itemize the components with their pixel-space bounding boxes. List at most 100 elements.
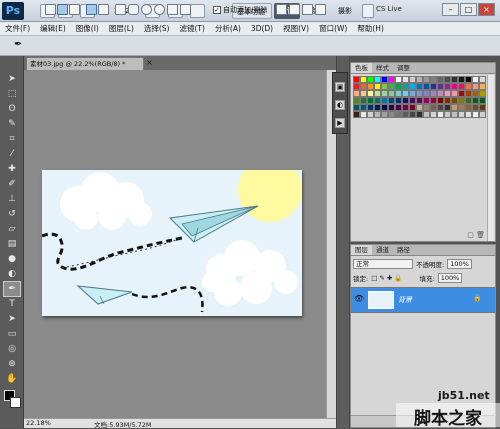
color-swatch[interactable]: [465, 104, 472, 111]
color-swatch[interactable]: [367, 76, 374, 83]
color-swatch[interactable]: [388, 83, 395, 90]
status-zoom[interactable]: 22.18%: [26, 419, 51, 427]
tab-swatches[interactable]: 色板: [351, 63, 372, 73]
color-swatch[interactable]: [381, 111, 388, 118]
color-swatch[interactable]: [402, 76, 409, 83]
gradient-tool-icon[interactable]: ▤: [4, 237, 20, 251]
path-exclude-icon[interactable]: [315, 4, 326, 15]
cs-live-button[interactable]: CS Live: [376, 5, 402, 13]
color-swatch[interactable]: [430, 111, 437, 118]
color-swatch[interactable]: [423, 83, 430, 90]
new-swatch-icon[interactable]: ▢ 🗑: [467, 231, 485, 239]
color-swatch[interactable]: [395, 83, 402, 90]
path-subtract-icon[interactable]: [289, 4, 300, 15]
color-swatch[interactable]: [353, 111, 360, 118]
color-swatch[interactable]: [423, 111, 430, 118]
color-swatch[interactable]: [402, 97, 409, 104]
healing-brush-tool-icon[interactable]: ✚: [4, 162, 20, 176]
workspace-photo[interactable]: 摄影: [332, 3, 358, 19]
minimize-button[interactable]: –: [442, 3, 459, 16]
color-swatch[interactable]: [409, 111, 416, 118]
color-swatch[interactable]: [437, 97, 444, 104]
ellipse-icon[interactable]: [141, 4, 152, 15]
close-tab-icon[interactable]: ×: [146, 58, 153, 67]
color-swatch[interactable]: [409, 76, 416, 83]
history-panel-icon[interactable]: ▣: [335, 82, 345, 92]
color-swatch[interactable]: [388, 111, 395, 118]
color-swatch[interactable]: [388, 90, 395, 97]
color-swatch[interactable]: [451, 111, 458, 118]
pen-tool-preset-icon[interactable]: ✒: [14, 39, 22, 50]
color-swatch[interactable]: [374, 97, 381, 104]
color-swatch[interactable]: [367, 104, 374, 111]
screen-mode-icon[interactable]: [190, 4, 205, 18]
color-swatch[interactable]: [367, 83, 374, 90]
color-swatch[interactable]: [395, 111, 402, 118]
color-swatch[interactable]: [430, 76, 437, 83]
color-swatch[interactable]: [472, 104, 479, 111]
color-swatch[interactable]: [381, 83, 388, 90]
color-swatch[interactable]: [409, 97, 416, 104]
color-swatch[interactable]: [465, 83, 472, 90]
color-swatch[interactable]: [374, 104, 381, 111]
color-swatch[interactable]: [479, 104, 486, 111]
custom-shape-icon[interactable]: [180, 4, 191, 15]
menu-filter[interactable]: 滤镜(T): [175, 22, 210, 35]
color-swatch[interactable]: [395, 97, 402, 104]
fill-input[interactable]: 100%: [437, 273, 463, 283]
color-swatch[interactable]: [437, 83, 444, 90]
lock-icons[interactable]: □ ✎ ✚ 🔒: [371, 274, 402, 282]
color-swatch[interactable]: [416, 111, 423, 118]
checkbox-checked-icon[interactable]: ✓: [213, 6, 221, 14]
color-swatch[interactable]: [458, 90, 465, 97]
color-swatch[interactable]: [444, 90, 451, 97]
color-swatch[interactable]: [465, 111, 472, 118]
color-swatch[interactable]: [360, 111, 367, 118]
color-swatch[interactable]: [395, 104, 402, 111]
layer-name[interactable]: 背景: [398, 295, 412, 305]
color-swatch[interactable]: [479, 83, 486, 90]
color-swatch[interactable]: [430, 104, 437, 111]
color-swatch[interactable]: [353, 83, 360, 90]
color-swatch[interactable]: [374, 83, 381, 90]
color-swatch[interactable]: [430, 97, 437, 104]
color-swatch[interactable]: [374, 90, 381, 97]
color-swatch[interactable]: [444, 111, 451, 118]
menu-image[interactable]: 图像(I): [71, 22, 104, 35]
color-swatch[interactable]: [374, 111, 381, 118]
move-tool-icon[interactable]: ➤: [4, 72, 20, 86]
color-swatch[interactable]: [416, 97, 423, 104]
color-swatch[interactable]: [444, 76, 451, 83]
color-swatch[interactable]: [388, 97, 395, 104]
color-swatch[interactable]: [395, 76, 402, 83]
auto-add-delete-option[interactable]: ✓ 自动添加/删除: [213, 4, 267, 16]
color-swatch[interactable]: [430, 90, 437, 97]
path-add-icon[interactable]: [276, 4, 287, 15]
close-window-button[interactable]: ×: [478, 3, 495, 16]
color-swatch[interactable]: [444, 97, 451, 104]
color-swatch[interactable]: [472, 97, 479, 104]
color-swatch[interactable]: [423, 97, 430, 104]
blend-mode-select[interactable]: 正常: [353, 259, 413, 269]
document-image[interactable]: [42, 170, 302, 316]
color-swatch[interactable]: [437, 111, 444, 118]
color-swatch[interactable]: [360, 76, 367, 83]
color-swatch[interactable]: [423, 104, 430, 111]
swatches-scrollbar[interactable]: [487, 75, 494, 241]
color-swatch[interactable]: [472, 111, 479, 118]
tab-adjustments[interactable]: 调整: [393, 63, 414, 73]
rectangle-icon[interactable]: [115, 4, 126, 15]
visibility-eye-icon[interactable]: 👁: [354, 294, 364, 306]
color-swatch[interactable]: [423, 76, 430, 83]
color-panel-icon[interactable]: ◐: [335, 100, 345, 110]
marquee-tool-icon[interactable]: ⬚: [4, 87, 20, 101]
color-swatch[interactable]: [402, 90, 409, 97]
color-swatch[interactable]: [381, 90, 388, 97]
color-swatch[interactable]: [416, 90, 423, 97]
path-intersect-icon[interactable]: [302, 4, 313, 15]
color-swatch[interactable]: [472, 90, 479, 97]
blur-tool-icon[interactable]: ●: [4, 252, 20, 266]
crop-tool-icon[interactable]: ⌗: [4, 132, 20, 146]
foreground-background-colors[interactable]: [4, 390, 22, 410]
color-swatch[interactable]: [458, 76, 465, 83]
